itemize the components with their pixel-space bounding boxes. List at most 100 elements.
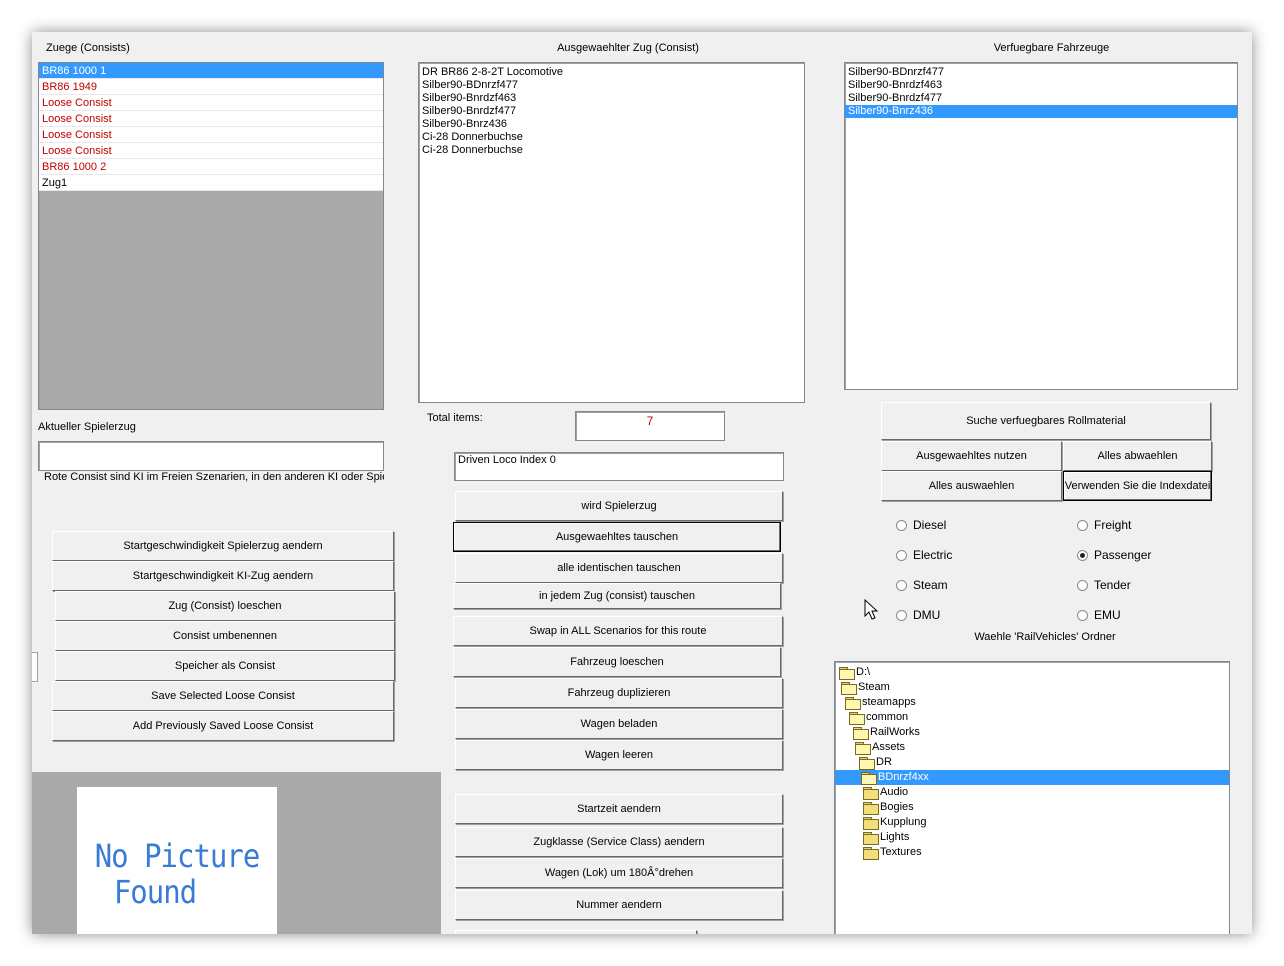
folder-tree-node[interactable]: BDnrzf4xx <box>835 770 1229 785</box>
folder-tree-node[interactable]: DR <box>835 755 1229 770</box>
folder-node-label: Audio <box>880 786 909 798</box>
change-service-class-button[interactable]: Zugklasse (Service Class) aendern <box>455 827 783 857</box>
selected-consist-list[interactable]: DR BR86 2-8-2T Locomotive Silber90-BDnrzf… <box>418 62 805 403</box>
radio-circle-checked <box>1077 549 1088 561</box>
delete-vehicle-button[interactable]: Fahrzeug loeschen <box>453 647 781 677</box>
folder-icon <box>853 727 869 740</box>
player-train-field[interactable] <box>38 441 384 471</box>
folder-node-label: Lights <box>880 831 910 843</box>
consist-vehicle-item[interactable]: Silber90-BDnrzf477 <box>419 79 804 92</box>
use-selected-button[interactable]: Ausgewaehltes nutzen <box>881 441 1062 471</box>
available-list[interactable]: Silber90-BDnrzf477 Silber90-Bnrdzf463 Silb… <box>844 62 1238 390</box>
rename-consist-button[interactable]: Consist umbenennen <box>55 621 395 651</box>
available-vehicle-item[interactable]: Silber90-BDnrzf477 <box>845 66 1237 79</box>
folder-tree[interactable]: D:\ Steam steamapps common RailWorks Assets DR… <box>834 661 1230 934</box>
filter-passenger-radio[interactable]: Passenger <box>1077 548 1151 562</box>
folder-icon <box>841 682 857 695</box>
folder-icon <box>863 817 879 830</box>
folder-picker-title: Waehle 'RailVehicles' Ordner <box>974 631 1116 643</box>
load-wagon-button[interactable]: Wagen beladen <box>455 709 783 739</box>
radio-circle <box>1077 579 1088 591</box>
filter-tender-label: Tender <box>1094 578 1131 592</box>
consist-list-item[interactable]: Loose Consist <box>39 111 383 127</box>
folder-node-label: DR <box>876 756 892 768</box>
start-speed-ai-button[interactable]: Startgeschwindigkeit KI-Zug aendern <box>52 561 394 591</box>
consist-vehicle-item[interactable]: Silber90-Bnrdzf477 <box>419 105 804 118</box>
filter-emu-radio[interactable]: EMU <box>1077 608 1121 622</box>
deselect-all-button[interactable]: Alles abwaehlen <box>1063 441 1212 471</box>
consist-vehicle-item[interactable]: Ci-28 Donnerbuchse <box>419 131 804 144</box>
consist-list-item[interactable]: BR86 1000 2 <box>39 159 383 175</box>
available-vehicle-item[interactable]: Silber90-Bnrdzf463 <box>845 79 1237 92</box>
available-vehicle-item[interactable]: Silber90-Bnrz436 <box>845 105 1237 118</box>
folder-icon <box>849 712 865 725</box>
change-number-button[interactable]: Nummer aendern <box>455 890 783 920</box>
filter-diesel-radio[interactable]: Diesel <box>896 518 946 532</box>
folder-node-label: Assets <box>872 741 906 753</box>
consists-list[interactable]: BR86 1000 1 BR86 1949 Loose Consist Loose C… <box>38 62 384 410</box>
swap-selected-button[interactable]: Ausgewaehltes tauschen <box>453 522 781 552</box>
available-vehicle-item[interactable]: Silber90-Bnrdzf477 <box>845 92 1237 105</box>
folder-node-label: common <box>866 711 909 723</box>
add-saved-loose-consist-button[interactable]: Add Previously Saved Loose Consist <box>52 711 394 741</box>
folder-tree-node[interactable]: Assets <box>835 740 1229 755</box>
use-index-file-button[interactable]: Verwenden Sie die Indexdatei <box>1063 471 1212 501</box>
make-player-train-button[interactable]: wird Spielerzug <box>455 491 783 521</box>
folder-node-label: Bogies <box>880 801 914 813</box>
start-speed-player-button[interactable]: Startgeschwindigkeit Spielerzug aendern <box>52 531 394 561</box>
consist-list-item[interactable]: Loose Consist <box>39 95 383 111</box>
folder-tree-node[interactable]: Lights <box>835 830 1229 845</box>
selected-consist-title: Ausgewaehlter Zug (Consist) <box>557 42 699 54</box>
select-all-button[interactable]: Alles auswaehlen <box>881 471 1062 501</box>
consist-list-item[interactable]: Loose Consist <box>39 127 383 143</box>
rotate-vehicle-button[interactable]: Wagen (Lok) um 180Â°drehen <box>455 858 783 888</box>
driven-loco-field[interactable]: Driven Loco Index 0 <box>454 452 784 481</box>
filter-dmu-radio[interactable]: DMU <box>896 608 940 622</box>
search-rolling-stock-button[interactable]: Suche verfuegbares Rollmaterial <box>881 402 1211 440</box>
consist-list-item[interactable]: BR86 1949 <box>39 79 383 95</box>
consist-vehicle-item[interactable]: Ci-28 Donnerbuchse <box>419 144 804 157</box>
swap-all-scenarios-button[interactable]: Swap in ALL Scenarios for this route <box>453 616 783 646</box>
delete-consist-button[interactable]: Zug (Consist) loeschen <box>55 591 395 621</box>
driven-loco-value: Driven Loco Index 0 <box>458 454 556 466</box>
folder-icon <box>855 742 871 755</box>
filter-electric-radio[interactable]: Electric <box>896 548 952 562</box>
mouse-cursor-icon <box>864 599 879 620</box>
swap-identical-button[interactable]: alle identischen tauschen <box>455 553 783 583</box>
folder-tree-node[interactable]: RailWorks <box>835 725 1229 740</box>
unload-wagon-button[interactable]: Wagen leeren <box>455 740 783 770</box>
radio-circle <box>896 609 907 621</box>
save-loose-consist-button[interactable]: Save Selected Loose Consist <box>52 681 394 711</box>
no-picture-image: No Picture Found <box>77 787 277 934</box>
folder-icon <box>859 757 875 770</box>
partial-hidden-button[interactable] <box>455 930 697 934</box>
consist-list-item[interactable]: Loose Consist <box>39 143 383 159</box>
consists-title: Zuege (Consists) <box>46 42 130 54</box>
folder-icon <box>863 802 879 815</box>
consist-list-item[interactable]: BR86 1000 1 <box>39 63 383 79</box>
filter-tender-radio[interactable]: Tender <box>1077 578 1131 592</box>
change-start-time-button[interactable]: Startzeit aendern <box>455 794 783 824</box>
filter-steam-label: Steam <box>913 578 948 592</box>
consist-vehicle-item[interactable]: Silber90-Bnrdzf463 <box>419 92 804 105</box>
consist-vehicle-item[interactable]: DR BR86 2-8-2T Locomotive <box>419 66 804 79</box>
consist-vehicle-item[interactable]: Silber90-Bnrz436 <box>419 118 804 131</box>
total-items-field: 7 <box>575 411 725 441</box>
folder-tree-node[interactable]: steamapps <box>835 695 1229 710</box>
swap-in-every-consist-button[interactable]: in jedem Zug (consist) tauschen <box>453 583 781 609</box>
duplicate-vehicle-button[interactable]: Fahrzeug duplizieren <box>455 678 783 708</box>
folder-tree-node[interactable]: Kupplung <box>835 815 1229 830</box>
folder-tree-node[interactable]: D:\ <box>835 665 1229 680</box>
folder-icon <box>863 787 879 800</box>
folder-tree-node[interactable]: Bogies <box>835 800 1229 815</box>
folder-tree-node[interactable]: common <box>835 710 1229 725</box>
folder-tree-node[interactable]: Steam <box>835 680 1229 695</box>
folder-node-label: Kupplung <box>880 816 927 828</box>
folder-tree-node[interactable]: Audio <box>835 785 1229 800</box>
consist-list-item[interactable]: Zug1 <box>39 175 383 191</box>
folder-tree-node[interactable]: Textures <box>835 845 1229 860</box>
filter-freight-radio[interactable]: Freight <box>1077 518 1131 532</box>
hidden-scroll-control[interactable] <box>32 652 38 682</box>
filter-steam-radio[interactable]: Steam <box>896 578 948 592</box>
save-as-consist-button[interactable]: Speicher als Consist <box>55 651 395 681</box>
